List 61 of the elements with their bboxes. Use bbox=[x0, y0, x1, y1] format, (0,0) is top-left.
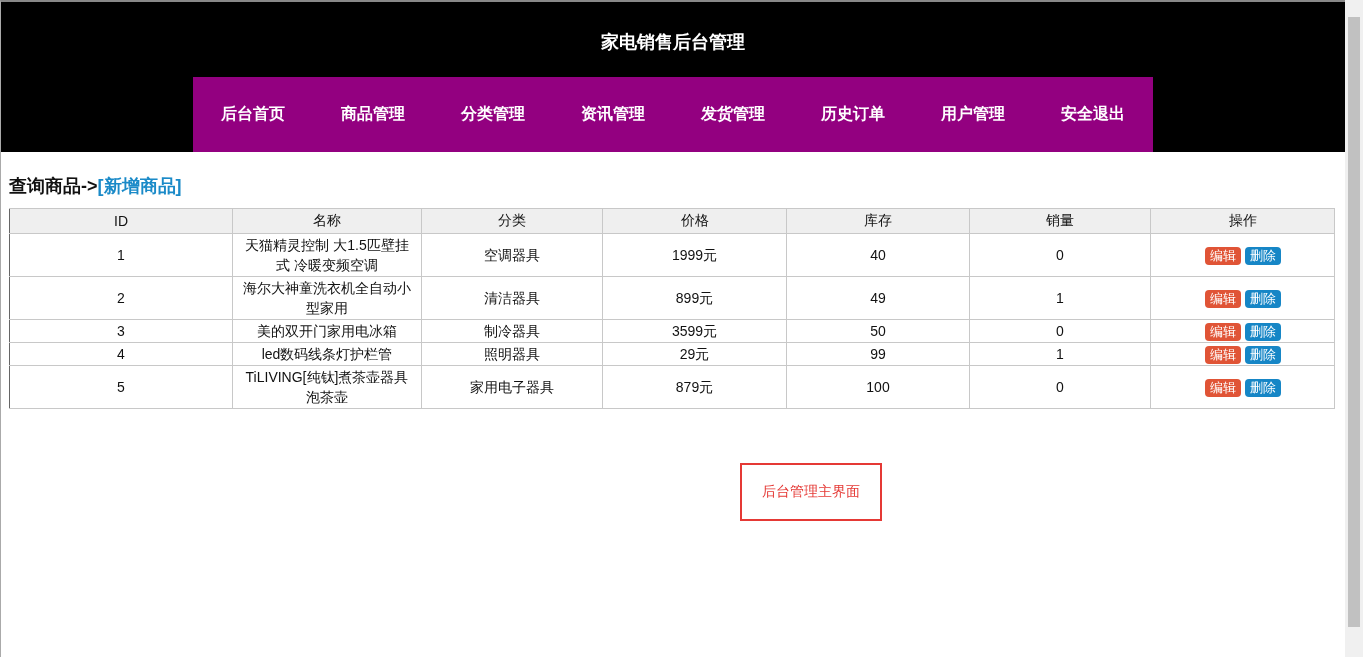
delete-button[interactable]: 删除 bbox=[1244, 323, 1281, 341]
edit-button[interactable]: 编辑 bbox=[1204, 379, 1241, 397]
column-header: 库存 bbox=[786, 208, 970, 234]
table-cell: 49 bbox=[786, 276, 970, 320]
nav-link[interactable]: 用户管理 bbox=[913, 104, 1033, 125]
table-cell: 899元 bbox=[602, 276, 787, 320]
nav-link[interactable]: 历史订单 bbox=[793, 104, 913, 125]
table-cell: 1 bbox=[9, 233, 233, 277]
table-cell: TiLIVING[纯钛]煮茶壶器具泡茶壶 bbox=[232, 365, 422, 409]
table-cell: 天猫精灵控制 大1.5匹壁挂式 冷暖变频空调 bbox=[232, 233, 422, 277]
column-header: 销量 bbox=[969, 208, 1151, 234]
table-cell: 1 bbox=[969, 276, 1151, 320]
table-cell: 5 bbox=[9, 365, 233, 409]
delete-button[interactable]: 删除 bbox=[1244, 247, 1281, 265]
table-cell: 0 bbox=[969, 319, 1151, 343]
edit-button[interactable]: 编辑 bbox=[1204, 323, 1241, 341]
table-cell: 清洁器具 bbox=[421, 276, 603, 320]
delete-button[interactable]: 删除 bbox=[1244, 379, 1281, 397]
table-cell: 海尔大神童洗衣机全自动小型家用 bbox=[232, 276, 422, 320]
nav-link[interactable]: 资讯管理 bbox=[553, 104, 673, 125]
table-cell: 99 bbox=[786, 342, 970, 366]
table-cell: 空调器具 bbox=[421, 233, 603, 277]
delete-button[interactable]: 删除 bbox=[1244, 290, 1281, 308]
table-cell: 40 bbox=[786, 233, 970, 277]
table-cell: 50 bbox=[786, 319, 970, 343]
table-cell: 4 bbox=[9, 342, 233, 366]
scrollbar[interactable] bbox=[1345, 0, 1363, 657]
table-cell: 0 bbox=[969, 365, 1151, 409]
nav-link[interactable]: 发货管理 bbox=[673, 104, 793, 125]
column-header: 分类 bbox=[421, 208, 603, 234]
page-heading: 查询商品-> bbox=[9, 176, 98, 196]
nav-link[interactable]: 商品管理 bbox=[313, 104, 433, 125]
table-cell: 29元 bbox=[602, 342, 787, 366]
caption-label: 后台管理主界面 bbox=[740, 463, 882, 521]
nav-link[interactable]: 分类管理 bbox=[433, 104, 553, 125]
column-header: 价格 bbox=[602, 208, 787, 234]
table-cell: 1999元 bbox=[602, 233, 787, 277]
delete-button[interactable]: 删除 bbox=[1244, 346, 1281, 364]
column-header: ID bbox=[9, 208, 233, 234]
table-cell: 0 bbox=[969, 233, 1151, 277]
site-title: 家电销售后台管理 bbox=[601, 31, 745, 54]
edit-button[interactable]: 编辑 bbox=[1204, 247, 1241, 265]
table-cell: 美的双开门家用电冰箱 bbox=[232, 319, 422, 343]
column-header: 操作 bbox=[1150, 208, 1335, 234]
table-cell: 制冷器具 bbox=[421, 319, 603, 343]
add-product-link[interactable]: [新增商品] bbox=[97, 176, 182, 196]
scrollbar-thumb[interactable] bbox=[1348, 17, 1360, 627]
table-cell: 家用电子器具 bbox=[421, 365, 603, 409]
table-cell: 3599元 bbox=[602, 319, 787, 343]
nav-link[interactable]: 安全退出 bbox=[1033, 104, 1153, 125]
table-cell: 1 bbox=[969, 342, 1151, 366]
column-header: 名称 bbox=[232, 208, 422, 234]
table-cell: 2 bbox=[9, 276, 233, 320]
table-cell: 3 bbox=[9, 319, 233, 343]
table-cell: led数码线条灯护栏管 bbox=[232, 342, 422, 366]
table-cell: 879元 bbox=[602, 365, 787, 409]
nav-link[interactable]: 后台首页 bbox=[193, 104, 313, 125]
edit-button[interactable]: 编辑 bbox=[1204, 346, 1241, 364]
table-cell: 100 bbox=[786, 365, 970, 409]
edit-button[interactable]: 编辑 bbox=[1204, 290, 1241, 308]
table-cell: 照明器具 bbox=[421, 342, 603, 366]
